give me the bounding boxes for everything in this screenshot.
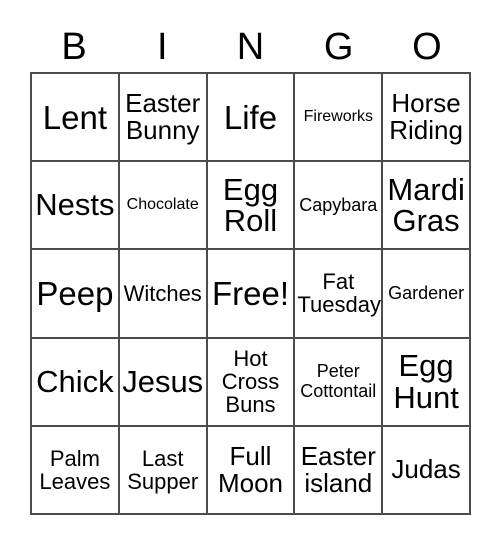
bingo-cell-label: Jesus (122, 363, 204, 399)
bingo-cell-label: Chocolate (126, 196, 199, 214)
bingo-header-letter-n: N (236, 26, 265, 68)
bingo-cell[interactable]: Full Moon (207, 426, 296, 515)
bingo-cell-label: Mardi Gras (387, 171, 465, 239)
bingo-cell[interactable]: Egg Hunt (383, 338, 471, 427)
bingo-cell-label: Nests (35, 187, 115, 223)
bingo-cell-free-space[interactable]: Free! (207, 250, 296, 339)
bingo-grid: Lent Easter Bunny Life Fireworks Horse R… (30, 72, 471, 515)
bingo-cell-label: Easter island (300, 440, 376, 498)
bingo-cell-label: Witches (123, 280, 202, 306)
bingo-cell-label: Fireworks (303, 108, 373, 126)
bingo-cell-label: Peter Cottontail (300, 361, 377, 401)
bingo-cell[interactable]: Peep (32, 250, 120, 339)
bingo-header-row: B I N G O (30, 22, 471, 72)
bingo-cell[interactable]: Palm Leaves (32, 426, 120, 515)
bingo-cell-label: Peep (36, 274, 114, 312)
bingo-cell-label: Free! (211, 274, 289, 312)
bingo-cell[interactable]: Egg Roll (207, 162, 296, 251)
bingo-cell-label: Easter Bunny (125, 88, 201, 146)
bingo-cell-label: Egg Hunt (393, 348, 459, 415)
bingo-cell[interactable]: Last Supper (119, 426, 208, 515)
bingo-cell-label: Capybara (299, 194, 378, 215)
bingo-cell[interactable]: Lent (32, 74, 120, 163)
bingo-cell[interactable]: Mardi Gras (383, 162, 471, 251)
bingo-header-letter-b: B (61, 26, 87, 68)
bingo-card: B I N G O Lent Easter Bunny Life Firewor… (0, 0, 500, 544)
bingo-header-letter-i: I (157, 26, 168, 68)
bingo-cell[interactable]: Horse Riding (383, 74, 471, 163)
bingo-cell-label: Hot Cross Buns (221, 345, 280, 418)
bingo-cell[interactable]: Jesus (119, 338, 208, 427)
bingo-cell[interactable]: Capybara (295, 162, 384, 251)
bingo-cell[interactable]: Nests (32, 162, 120, 251)
bingo-cell-label: Horse Riding (389, 88, 463, 146)
bingo-cell-label: Life (223, 98, 278, 136)
bingo-cell[interactable]: Peter Cottontail (295, 338, 384, 427)
bingo-cell[interactable]: Fat Tuesday (295, 250, 384, 339)
bingo-cell[interactable]: Life (207, 74, 296, 163)
bingo-cell-label: Last Supper (127, 445, 199, 494)
bingo-cell-label: Lent (42, 98, 108, 136)
bingo-cell-label: Full Moon (217, 440, 284, 498)
bingo-header-letter-o: O (412, 26, 442, 68)
bingo-cell-label: Judas (391, 454, 461, 485)
bingo-cell[interactable]: Hot Cross Buns (207, 338, 296, 427)
bingo-cell[interactable]: Judas (383, 426, 471, 515)
bingo-cell[interactable]: Fireworks (295, 74, 384, 163)
bingo-cell[interactable]: Easter island (295, 426, 384, 515)
bingo-cell-label: Gardener (388, 282, 465, 303)
bingo-cell[interactable]: Chocolate (119, 162, 208, 251)
bingo-header-letter-g: G (323, 26, 354, 68)
bingo-cell[interactable]: Easter Bunny (119, 74, 208, 163)
bingo-cell[interactable]: Witches (119, 250, 208, 339)
bingo-cell-label: Egg Roll (222, 171, 279, 239)
bingo-cell-label: Chick (36, 363, 114, 399)
bingo-cell-label: Palm Leaves (39, 445, 111, 494)
bingo-cell[interactable]: Gardener (383, 250, 471, 339)
bingo-cell[interactable]: Chick (32, 338, 120, 427)
bingo-cell-label: Fat Tuesday (297, 269, 381, 318)
